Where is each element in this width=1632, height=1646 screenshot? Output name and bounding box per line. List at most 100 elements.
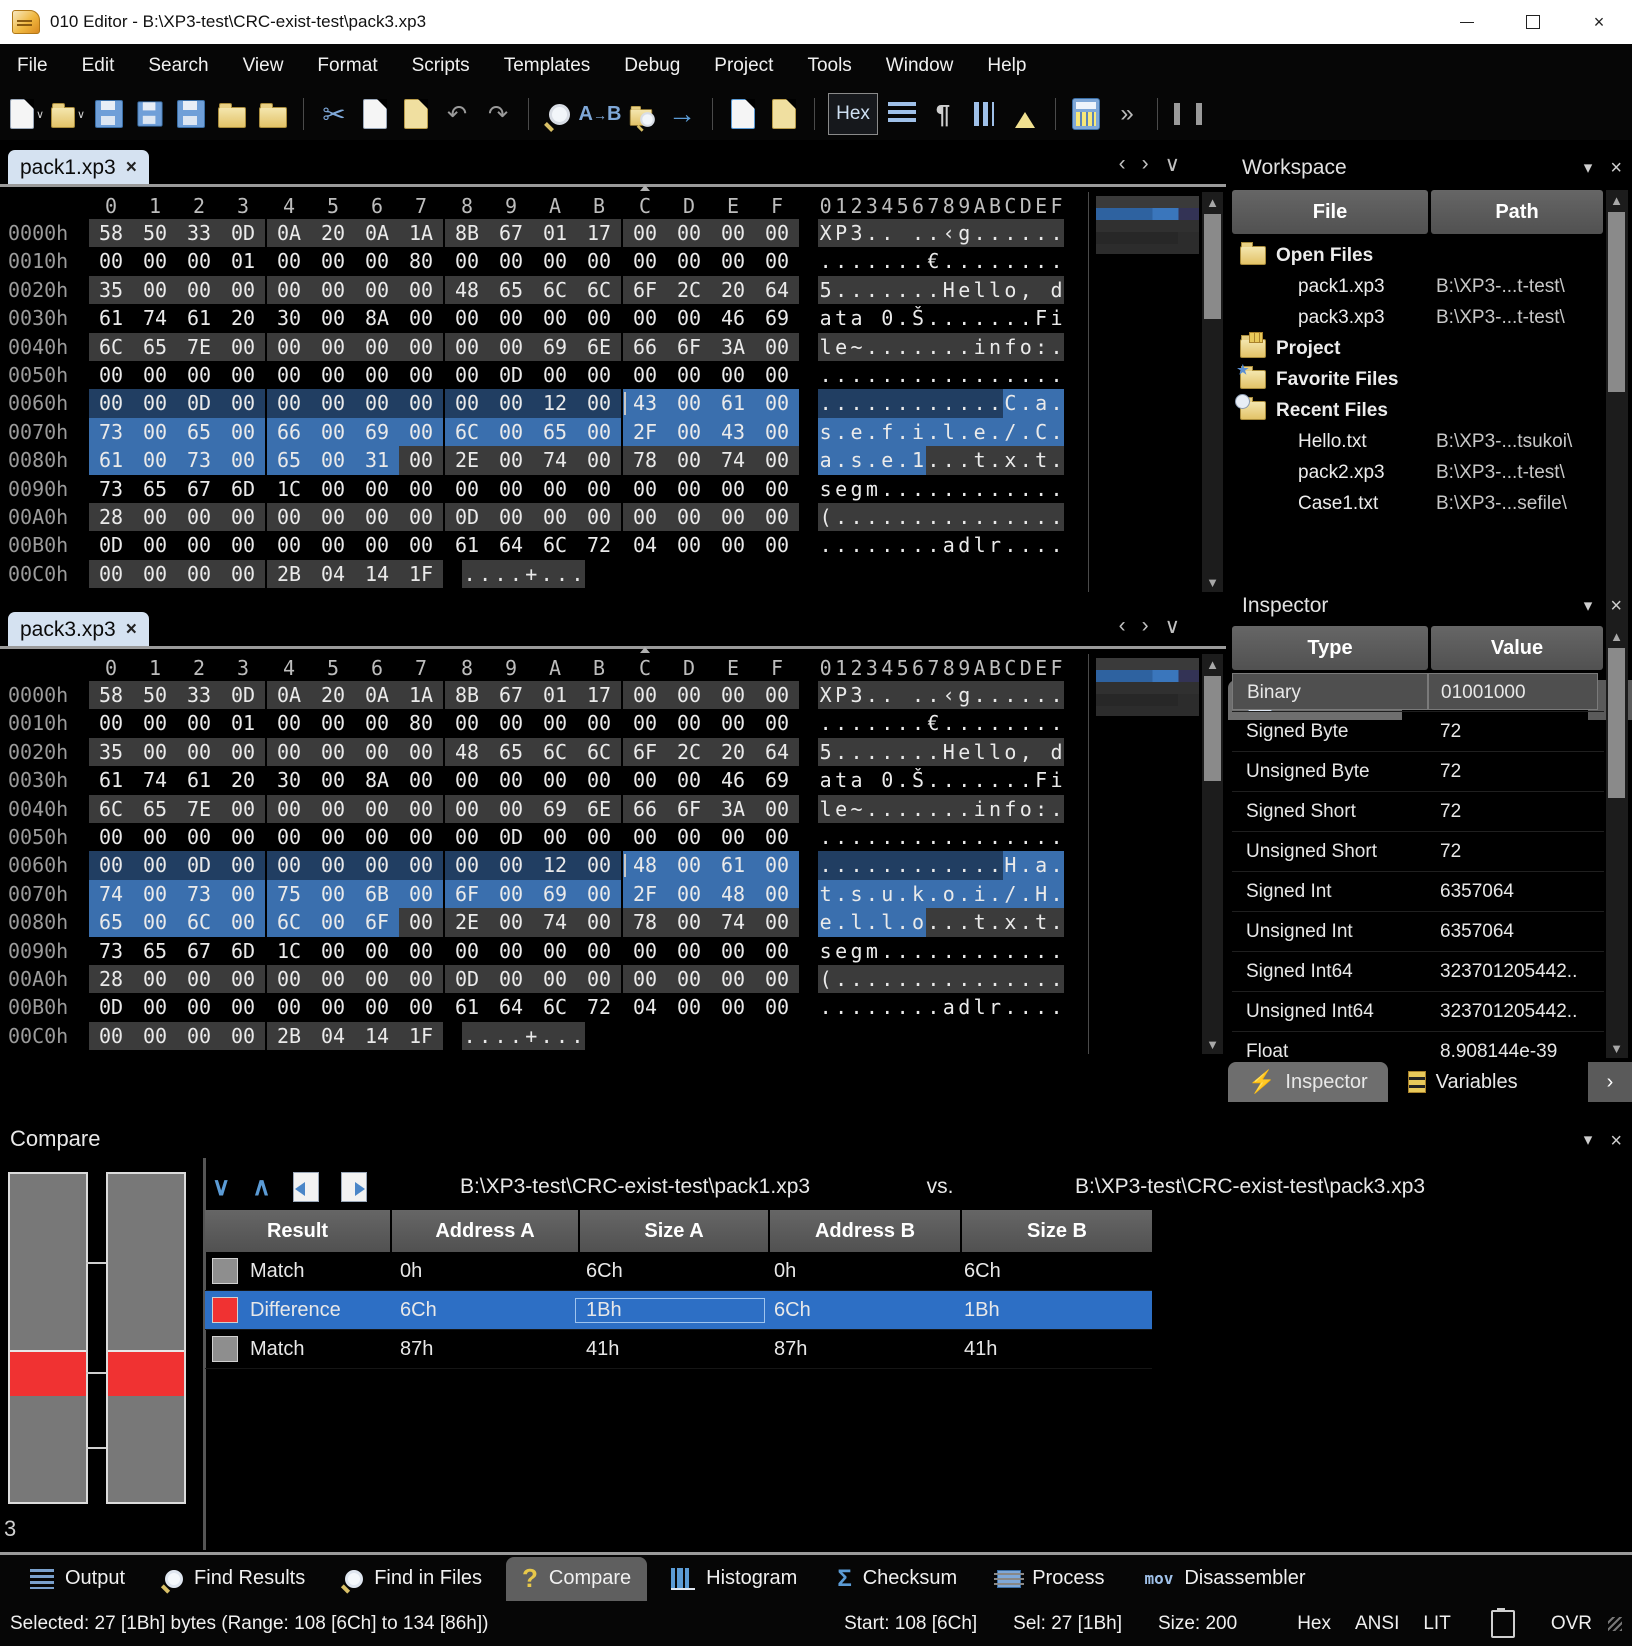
ascii-char-cell[interactable]: .	[941, 503, 956, 531]
hex-byte-cell[interactable]: 00	[133, 851, 177, 879]
hex-byte-cell[interactable]: 00	[133, 503, 177, 531]
ascii-char-cell[interactable]: .	[910, 823, 925, 851]
ascii-char-cell[interactable]: .	[849, 276, 864, 304]
ascii-char-cell[interactable]: s	[818, 418, 833, 446]
ascii-char-cell[interactable]: .	[864, 503, 879, 531]
ascii-char-cell[interactable]: .	[895, 880, 910, 908]
ascii-char-cell[interactable]: 1	[910, 446, 925, 474]
ascii-char-cell[interactable]: .	[987, 965, 1002, 993]
hex-byte-cell[interactable]: 46	[711, 766, 755, 794]
hex-byte-cell[interactable]: 00	[623, 475, 667, 503]
hex-byte-cell[interactable]: 00	[533, 503, 577, 531]
hex-byte-cell[interactable]: 00	[667, 219, 711, 247]
workspace-tree-row[interactable]: Recent Files	[1232, 395, 1604, 426]
inspector-row[interactable]: Float8.908144e-39	[1232, 1032, 1604, 1060]
ascii-char-cell[interactable]: .	[849, 531, 864, 559]
hex-byte-cell[interactable]: 00	[221, 333, 265, 361]
ascii-char-cell[interactable]: .	[895, 361, 910, 389]
hex-byte-cell[interactable]: 43	[623, 389, 667, 417]
ascii-char-cell[interactable]: (	[818, 965, 833, 993]
ascii-char-cell[interactable]: .	[864, 993, 879, 1021]
ascii-char-cell[interactable]: .	[926, 681, 941, 709]
ascii-char-cell[interactable]: .	[941, 333, 956, 361]
ascii-char-cell[interactable]: Š	[910, 304, 925, 332]
ascii-char-cell[interactable]: .	[849, 993, 864, 1021]
ascii-char-cell[interactable]: .	[972, 851, 987, 879]
hex-byte-cell[interactable]: 00	[311, 475, 355, 503]
hex-byte-cell[interactable]: 7E	[177, 333, 221, 361]
ascii-char-cell[interactable]: .	[957, 446, 972, 474]
ascii-char-cell[interactable]: e	[957, 738, 972, 766]
ascii-char-cell[interactable]: .	[1049, 908, 1064, 936]
hex-byte-cell[interactable]: 74	[533, 446, 577, 474]
hex-byte-cell[interactable]: 00	[533, 304, 577, 332]
ascii-char-cell[interactable]: .	[1003, 219, 1018, 247]
ascii-char-cell[interactable]: .	[1018, 851, 1033, 879]
tab-scroll-right-icon[interactable]: ›	[1142, 614, 1149, 639]
hex-byte-cell[interactable]: 00	[445, 333, 489, 361]
ascii-char-cell[interactable]: .	[957, 304, 972, 332]
hex-byte-cell[interactable]: 20	[221, 304, 265, 332]
hex-byte-cell[interactable]: 00	[399, 503, 443, 531]
hex-byte-cell[interactable]: 00	[355, 389, 399, 417]
ascii-char-cell[interactable]: .	[972, 304, 987, 332]
hex-byte-cell[interactable]: 00	[667, 503, 711, 531]
hex-byte-cell[interactable]: 66	[623, 333, 667, 361]
hex-byte-cell[interactable]: 35	[89, 738, 133, 766]
hex-byte-cell[interactable]: 14	[355, 560, 399, 588]
ascii-char-cell[interactable]: .	[972, 247, 987, 275]
hex-byte-cell[interactable]: 00	[221, 993, 265, 1021]
hex-byte-cell[interactable]: 74	[89, 880, 133, 908]
hex-byte-cell[interactable]: 00	[133, 389, 177, 417]
hex-byte-cell[interactable]: 00	[89, 1022, 133, 1050]
inspector-value-cell[interactable]: 72	[1428, 761, 1598, 783]
ascii-char-cell[interactable]: ,	[1018, 738, 1033, 766]
hex-byte-cell[interactable]: 75	[267, 880, 311, 908]
ascii-char-cell[interactable]: .	[895, 418, 910, 446]
hex-byte-cell[interactable]: 73	[89, 937, 133, 965]
hex-byte-cell[interactable]: 28	[89, 965, 133, 993]
ascii-char-cell[interactable]: .	[895, 276, 910, 304]
hex-byte-cell[interactable]: 00	[711, 681, 755, 709]
hex-byte-cell[interactable]: 00	[489, 795, 533, 823]
hex-byte-cell[interactable]: 00	[267, 247, 311, 275]
ascii-char-cell[interactable]: .	[1003, 965, 1018, 993]
ascii-char-cell[interactable]: .	[926, 446, 941, 474]
hex-byte-cell[interactable]: 00	[711, 361, 755, 389]
hex-byte-cell[interactable]: 00	[177, 361, 221, 389]
hex-byte-cell[interactable]: 67	[489, 681, 533, 709]
save-button[interactable]	[92, 96, 126, 132]
ascii-char-cell[interactable]: m	[864, 475, 879, 503]
ascii-char-cell[interactable]: .	[1018, 937, 1033, 965]
hex-byte-cell[interactable]: 00	[623, 937, 667, 965]
ascii-char-cell[interactable]: P	[833, 219, 848, 247]
ascii-char-cell[interactable]: .	[1003, 681, 1018, 709]
hex-byte-cell[interactable]: 2F	[623, 880, 667, 908]
ascii-char-cell[interactable]: .	[849, 851, 864, 879]
hex-byte-cell[interactable]: 00	[355, 738, 399, 766]
ascii-char-cell[interactable]: .	[849, 709, 864, 737]
ascii-char-cell[interactable]: .	[957, 247, 972, 275]
hex-byte-cell[interactable]: 00	[577, 304, 621, 332]
ascii-char-cell[interactable]: m	[864, 937, 879, 965]
ascii-char-cell[interactable]: .	[818, 851, 833, 879]
ascii-char-cell[interactable]: .	[1033, 937, 1048, 965]
hex-byte-cell[interactable]: 67	[177, 475, 221, 503]
hex-byte-cell[interactable]: 00	[355, 276, 399, 304]
hex-byte-cell[interactable]: 00	[311, 418, 355, 446]
ascii-char-cell[interactable]: .	[570, 1022, 585, 1050]
ascii-char-cell[interactable]: l	[987, 276, 1002, 304]
inspector-value-cell[interactable]: 72	[1428, 721, 1598, 743]
hex-byte-cell[interactable]: 0D	[221, 219, 265, 247]
ascii-char-cell[interactable]: .	[895, 475, 910, 503]
hex-byte-cell[interactable]: 0D	[489, 823, 533, 851]
maximize-button[interactable]	[1500, 0, 1566, 44]
ascii-char-cell[interactable]: .	[818, 709, 833, 737]
scrollbar-up-icon[interactable]: ▲	[1202, 192, 1223, 212]
hex-byte-cell[interactable]: 00	[533, 937, 577, 965]
hex-byte-cell[interactable]: 04	[311, 560, 355, 588]
redo-button[interactable]: ↷	[481, 96, 515, 132]
hex-byte-cell[interactable]: 6C	[177, 908, 221, 936]
ascii-char-cell[interactable]: .	[864, 219, 879, 247]
hex-byte-cell[interactable]: 00	[667, 681, 711, 709]
